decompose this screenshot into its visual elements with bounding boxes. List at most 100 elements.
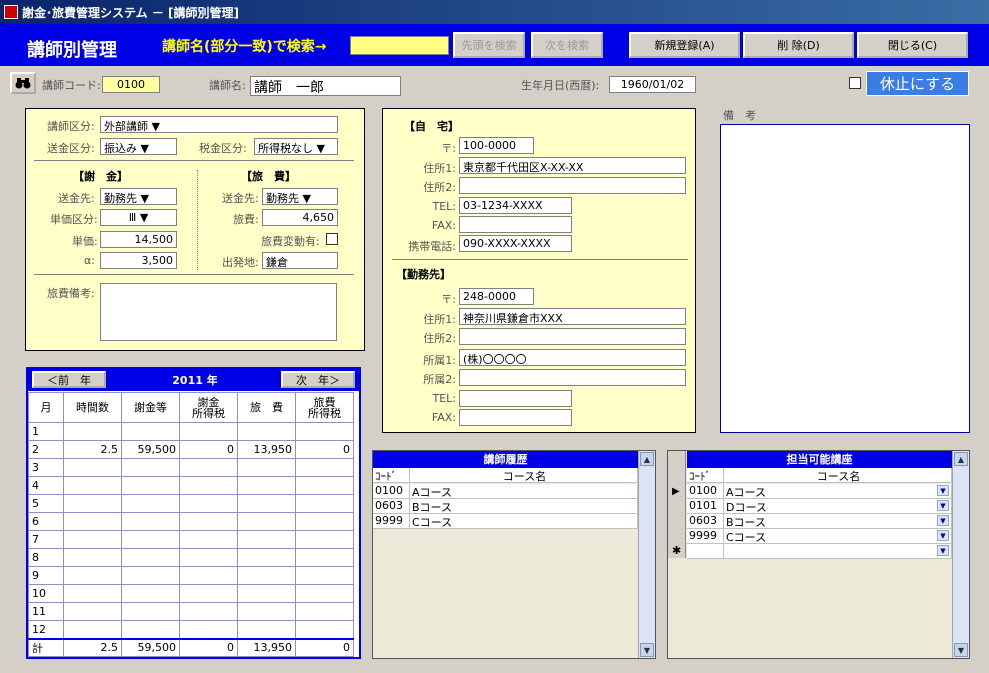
- delete-button[interactable]: 削 除(D): [743, 32, 854, 58]
- calendar-cell[interactable]: [237, 566, 296, 585]
- work-tel-field[interactable]: [459, 390, 572, 407]
- calendar-cell[interactable]: [295, 422, 354, 441]
- calendar-cell[interactable]: [179, 530, 238, 549]
- dept2-field[interactable]: [459, 369, 686, 386]
- course-select[interactable]: Bコース ▼: [724, 514, 952, 528]
- suspend-checkbox[interactable]: [849, 77, 861, 89]
- work-addr2-field[interactable]: [459, 328, 686, 345]
- calendar-cell[interactable]: [295, 548, 354, 567]
- code-field[interactable]: 0100: [102, 76, 160, 93]
- calendar-cell[interactable]: [179, 602, 238, 621]
- suspend-label[interactable]: 休止にする: [866, 71, 969, 96]
- calendar-cell[interactable]: 0: [295, 440, 354, 459]
- course-code[interactable]: 0100: [687, 484, 724, 498]
- history-scrollbar[interactable]: ▲ ▼: [638, 451, 655, 658]
- calendar-cell[interactable]: [121, 620, 180, 639]
- work-zip-field[interactable]: 248-0000: [459, 288, 534, 305]
- calendar-cell[interactable]: [121, 476, 180, 495]
- calendar-cell[interactable]: [295, 602, 354, 621]
- birth-field[interactable]: 1960/01/02: [609, 76, 696, 93]
- history-row[interactable]: 0603 Bコース: [373, 499, 638, 514]
- chevron-down-icon[interactable]: ▼: [937, 515, 949, 526]
- calendar-cell[interactable]: 59,500: [121, 440, 180, 459]
- calendar-cell[interactable]: [63, 494, 122, 513]
- calendar-cell[interactable]: 0: [179, 440, 238, 459]
- chevron-down-icon[interactable]: ▼: [317, 142, 325, 154]
- course-select[interactable]: Cコース ▼: [724, 529, 952, 543]
- calendar-cell[interactable]: [63, 512, 122, 531]
- calendar-cell[interactable]: [63, 584, 122, 603]
- calendar-cell[interactable]: [179, 476, 238, 495]
- mobile-field[interactable]: 090-XXXX-XXXX: [459, 235, 572, 252]
- calendar-cell[interactable]: [237, 422, 296, 441]
- calendar-cell[interactable]: [63, 566, 122, 585]
- calendar-cell[interactable]: [63, 422, 122, 441]
- calendar-cell[interactable]: [63, 530, 122, 549]
- calendar-cell[interactable]: [121, 494, 180, 513]
- calendar-cell[interactable]: [237, 548, 296, 567]
- scroll-up-icon[interactable]: ▲: [640, 452, 654, 466]
- name-field[interactable]: 講師 一郎: [250, 76, 401, 96]
- calendar-cell[interactable]: [121, 602, 180, 621]
- course-code[interactable]: 0603: [687, 514, 724, 528]
- available-row[interactable]: 0603 Bコース ▼: [687, 514, 952, 529]
- zeikin-kubun-select[interactable]: 所得税なし ▼: [254, 138, 338, 155]
- calendar-cell[interactable]: [237, 512, 296, 531]
- work-addr1-field[interactable]: 神奈川県鎌倉市XXX: [459, 308, 686, 325]
- ryohi-soukin-select[interactable]: 勤務先 ▼: [262, 188, 338, 205]
- work-fax-field[interactable]: [459, 409, 572, 426]
- addr2-field[interactable]: [459, 177, 686, 194]
- calendar-cell[interactable]: [121, 422, 180, 441]
- calendar-cell[interactable]: [63, 602, 122, 621]
- calendar-cell[interactable]: [295, 458, 354, 477]
- ryohi-hendo-checkbox[interactable]: [326, 233, 338, 245]
- calendar-cell[interactable]: [237, 476, 296, 495]
- prev-year-button[interactable]: ＜前 年: [32, 371, 106, 388]
- calendar-cell[interactable]: [237, 602, 296, 621]
- fax-field[interactable]: [459, 216, 572, 233]
- next-year-button[interactable]: 次 年＞: [281, 371, 355, 388]
- course-select[interactable]: ▼: [724, 544, 952, 558]
- available-row[interactable]: 0100 Aコース ▼: [687, 484, 952, 499]
- calendar-cell[interactable]: [121, 584, 180, 603]
- course-code[interactable]: 0101: [687, 499, 724, 513]
- calendar-cell[interactable]: [179, 584, 238, 603]
- chevron-down-icon[interactable]: ▼: [937, 485, 949, 496]
- chevron-down-icon[interactable]: ▼: [140, 211, 148, 224]
- next-search-button[interactable]: 次を検索: [531, 32, 603, 58]
- calendar-cell[interactable]: [295, 584, 354, 603]
- close-button[interactable]: 閉じる(C): [857, 32, 968, 58]
- calendar-cell[interactable]: [179, 458, 238, 477]
- tanka-field[interactable]: 14,500: [100, 231, 177, 248]
- kubun-select[interactable]: 外部講師 ▼: [100, 116, 338, 133]
- search-input[interactable]: [350, 36, 449, 55]
- calendar-cell[interactable]: [295, 476, 354, 495]
- chevron-down-icon[interactable]: ▼: [152, 120, 160, 132]
- course-code[interactable]: 9999: [687, 529, 724, 543]
- calendar-cell[interactable]: 2.5: [63, 440, 122, 459]
- calendar-cell[interactable]: [179, 548, 238, 567]
- dept1-field[interactable]: (株)〇〇〇〇: [459, 349, 686, 366]
- calendar-cell[interactable]: [237, 530, 296, 549]
- tel-field[interactable]: 03-1234-XXXX: [459, 197, 572, 214]
- tanka-kubun-select[interactable]: Ⅲ ▼: [100, 209, 177, 226]
- chevron-down-icon[interactable]: ▼: [937, 530, 949, 541]
- calendar-cell[interactable]: [237, 620, 296, 639]
- binoculars-icon[interactable]: [10, 72, 36, 94]
- addr1-field[interactable]: 東京都千代田区X-XX-XX: [459, 157, 686, 174]
- shuppatsu-field[interactable]: 鎌倉: [262, 252, 338, 269]
- calendar-cell[interactable]: [179, 422, 238, 441]
- available-row[interactable]: 0101 Dコース ▼: [687, 499, 952, 514]
- scroll-down-icon[interactable]: ▼: [640, 643, 654, 657]
- calendar-cell[interactable]: [63, 548, 122, 567]
- calendar-cell[interactable]: [121, 548, 180, 567]
- first-search-button[interactable]: 先頭を検索: [453, 32, 525, 58]
- calendar-cell[interactable]: [179, 512, 238, 531]
- available-scrollbar[interactable]: ▲ ▼: [952, 451, 969, 658]
- scroll-down-icon[interactable]: ▼: [954, 643, 968, 657]
- calendar-cell[interactable]: [237, 458, 296, 477]
- shakin-soukin-select[interactable]: 勤務先 ▼: [100, 188, 177, 205]
- calendar-cell[interactable]: [295, 620, 354, 639]
- calendar-cell[interactable]: [63, 458, 122, 477]
- chevron-down-icon[interactable]: ▼: [141, 192, 149, 204]
